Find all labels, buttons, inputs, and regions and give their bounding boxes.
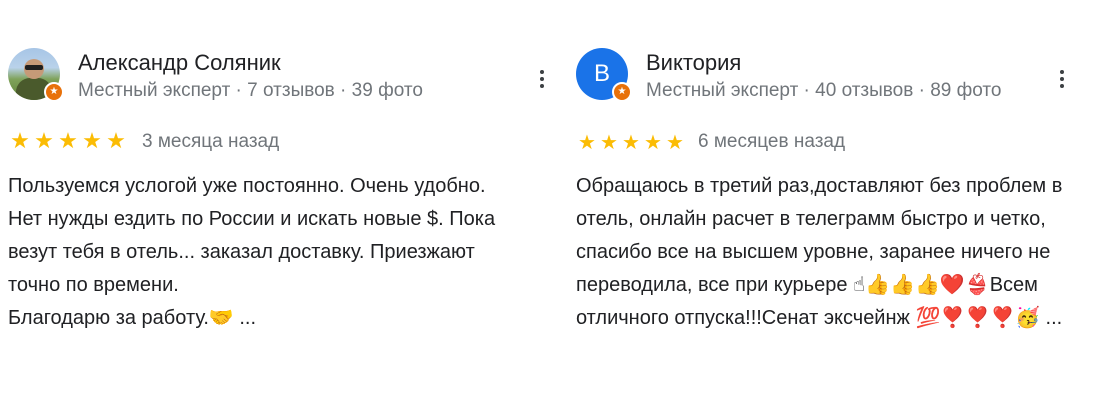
review-date: 3 месяца назад [142, 131, 280, 152]
review-text: Пользуемся услогой уже постоянно. Очень … [8, 175, 496, 329]
more-vert-icon[interactable] [533, 67, 551, 93]
reviews-list: ★ Александр Соляник Местный эксперт · 7 … [0, 0, 1100, 400]
author-name[interactable]: Виктория [646, 50, 741, 76]
author-meta: Местный эксперт · 40 отзывов · 89 фото [646, 80, 1002, 101]
author-name[interactable]: Александр Соляник [78, 50, 281, 76]
review-date: 6 месяцев назад [698, 131, 846, 152]
more-vert-icon[interactable] [1053, 67, 1071, 93]
star-icon: ★ [82, 129, 102, 154]
star-icon: ★ [600, 130, 618, 154]
author-meta: Местный эксперт · 7 отзывов · 39 фото [78, 80, 423, 101]
local-guide-badge-icon: ★ [44, 82, 64, 102]
local-guide-badge-icon: ★ [612, 82, 632, 102]
review-text: Обращаюсь в третий раз,доставляют без пр… [576, 175, 1063, 329]
star-icon: ★ [10, 129, 30, 154]
star-icon: ★ [58, 129, 78, 154]
star-rating: ★ ★ ★ ★ ★ [8, 129, 128, 155]
star-icon: ★ [622, 130, 640, 154]
star-icon: ★ [106, 129, 126, 154]
star-icon: ★ [578, 130, 596, 154]
avatar-glasses-shape [25, 65, 43, 70]
star-icon: ★ [666, 130, 684, 154]
star-icon: ★ [644, 130, 662, 154]
star-rating: ★ ★ ★ ★ ★ [576, 129, 686, 155]
star-icon: ★ [34, 129, 54, 154]
